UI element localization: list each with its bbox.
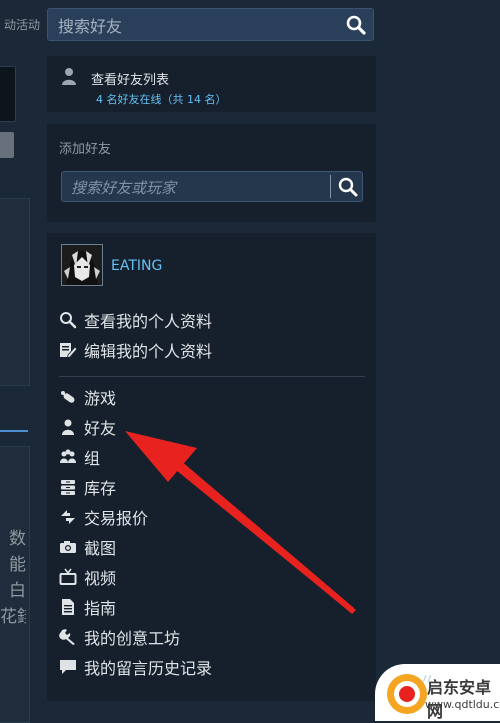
add-friend-panel: 添加好友 (47, 124, 376, 222)
guide-icon (59, 598, 77, 616)
search-button[interactable] (345, 14, 367, 36)
menu-label: 库存 (84, 479, 117, 498)
avatar-image (62, 245, 102, 285)
menu-label: 视频 (84, 569, 117, 588)
add-friend-search (61, 171, 363, 202)
menu-label: 我的留言历史记录 (84, 659, 213, 678)
search-icon (59, 311, 77, 329)
avatar[interactable] (61, 244, 103, 286)
view-profile-link[interactable]: 查看我的个人资料 (59, 307, 212, 333)
menu-label: 我的创意工坊 (84, 629, 181, 648)
inventory-icon (59, 478, 77, 496)
edit-icon (59, 341, 77, 359)
profile-username[interactable]: EATING (111, 258, 162, 274)
left-text-line: 花錢 (0, 607, 26, 627)
friends-list-panel[interactable]: 查看好友列表 4 名好友在线（共 14 名） (47, 56, 376, 112)
left-text-fragment: 数 能 白 花錢 (0, 526, 26, 630)
menu-label: 查看我的个人资料 (84, 312, 213, 331)
menu-item-games[interactable]: 游戏 (59, 384, 116, 410)
search-divider (330, 175, 331, 198)
search-icon (338, 177, 358, 197)
profile-menu-panel: EATING 查看我的个人资料 编辑我的个人资料 游戏 好友 组 库存 交易报价… (47, 233, 376, 701)
comment-icon (59, 658, 77, 676)
left-text-line: 白 (9, 581, 26, 601)
menu-divider (59, 376, 365, 377)
menu-label: 交易报价 (84, 509, 149, 528)
view-friends-list-link[interactable]: 查看好友列表 (91, 69, 169, 88)
menu-label: 截图 (84, 539, 117, 558)
menu-item-trade-offers[interactable]: 交易报价 (59, 504, 148, 530)
video-icon (59, 568, 77, 586)
wrench-icon (59, 628, 77, 646)
friend-search-bar (47, 8, 374, 41)
menu-item-groups[interactable]: 组 (59, 444, 100, 470)
menu-item-screenshots[interactable]: 截图 (59, 534, 116, 560)
menu-label: 指南 (84, 599, 117, 618)
add-friend-label: 添加好友 (59, 142, 112, 157)
left-tab-underline (0, 430, 28, 432)
menu-item-friends[interactable]: 好友 (59, 414, 116, 440)
game-icon (59, 388, 77, 406)
menu-label: 编辑我的个人资料 (84, 342, 213, 361)
menu-item-guides[interactable]: 指南 (59, 594, 116, 620)
group-icon (59, 448, 77, 466)
menu-label: 好友 (84, 419, 117, 438)
add-friend-search-button[interactable] (337, 176, 359, 198)
left-text-line: 能 (9, 555, 26, 575)
trade-icon (59, 508, 77, 526)
person-icon (61, 67, 77, 85)
watermark: 〃 启东安卓网 www.qdtldu.com (375, 664, 500, 721)
friend-icon (59, 418, 77, 436)
menu-item-videos[interactable]: 视频 (59, 564, 116, 590)
menu-item-comment-history[interactable]: 我的留言历史记录 (59, 654, 212, 680)
camera-icon (59, 538, 77, 556)
left-column: 动活动 数 能 白 花錢 (0, 0, 40, 723)
edit-profile-link[interactable]: 编辑我的个人资料 (59, 337, 212, 363)
menu-item-workshop[interactable]: 我的创意工坊 (59, 624, 180, 650)
friend-search-input[interactable] (56, 14, 330, 38)
menu-label: 组 (84, 449, 101, 468)
activity-link-fragment[interactable]: 动活动 (0, 16, 40, 33)
menu-item-inventory[interactable]: 库存 (59, 474, 116, 500)
left-panel-fragment (0, 198, 30, 386)
left-input-fragment[interactable] (0, 66, 16, 122)
watermark-url: www.qdtldu.com (425, 698, 500, 711)
left-text-line: 数 (9, 529, 26, 549)
menu-label: 游戏 (84, 389, 117, 408)
friends-online-status[interactable]: 4 名好友在线（共 14 名） (96, 91, 227, 107)
left-button-fragment[interactable] (0, 132, 14, 158)
search-icon (346, 15, 366, 35)
add-friend-input[interactable] (69, 177, 323, 199)
